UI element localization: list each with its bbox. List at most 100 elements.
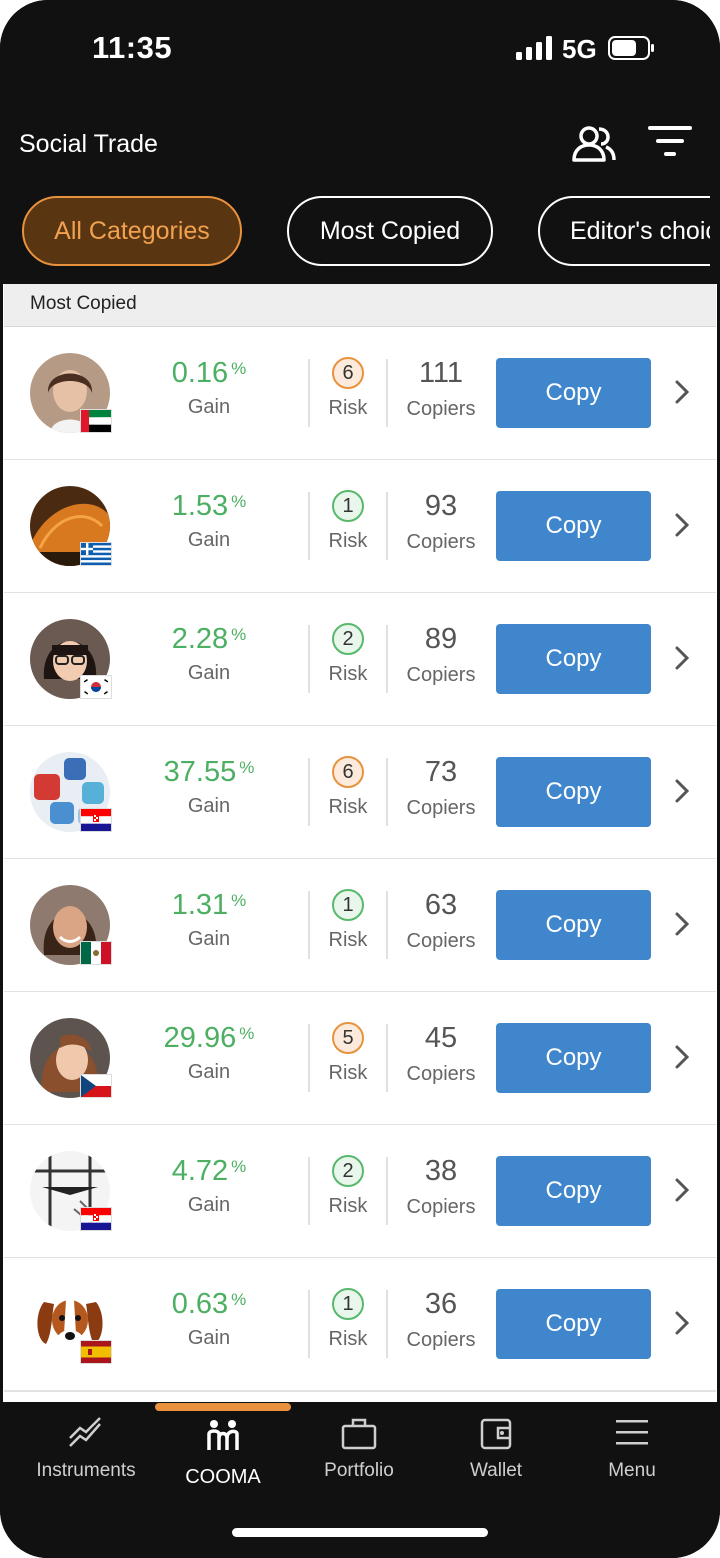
- gain-label: Gain: [187, 396, 231, 418]
- divider: [386, 1157, 388, 1225]
- copiers-stat: 63 Copiers: [396, 889, 486, 953]
- gain-label: Gain: [187, 529, 231, 551]
- divider: [308, 1290, 310, 1358]
- status-bar: 11:35 5G: [0, 24, 720, 74]
- home-indicator[interactable]: [232, 1528, 488, 1537]
- copiers-count: 45: [424, 1022, 458, 1054]
- nav-label: Menu: [608, 1460, 656, 1481]
- risk-stat: 6 Risk: [316, 357, 380, 420]
- divider: [308, 625, 310, 693]
- hamburger-icon: [616, 1420, 648, 1445]
- users-icon[interactable]: [571, 124, 617, 164]
- cooma-people-icon: [207, 1420, 239, 1450]
- nav-cooma[interactable]: COOMA: [155, 1402, 291, 1512]
- risk-stat: 1 Risk: [316, 1288, 380, 1351]
- chevron-right-icon[interactable]: [672, 1308, 692, 1338]
- app-screen: 11:35 5G Social Trade All Categories Mos…: [0, 0, 720, 1558]
- network-label: 5G: [562, 34, 597, 64]
- copiers-count: 89: [424, 623, 458, 655]
- copiers-stat: 89 Copiers: [396, 623, 486, 687]
- divider: [386, 359, 388, 427]
- nav-menu[interactable]: Menu: [564, 1402, 700, 1512]
- chart-line-icon: [69, 1417, 101, 1447]
- copy-button[interactable]: Copy: [496, 890, 651, 960]
- gain-stat: 2.28% Gain: [134, 623, 284, 685]
- gain-label: Gain: [187, 662, 231, 684]
- trader-row[interactable]: 2.28% Gain 2 Risk 89 Copiers Copy: [4, 593, 716, 727]
- chip-all-categories[interactable]: All Categories: [22, 196, 242, 266]
- gain-label: Gain: [187, 1061, 231, 1083]
- chevron-right-icon[interactable]: [672, 1042, 692, 1072]
- chevron-right-icon[interactable]: [672, 909, 692, 939]
- gain-stat: 0.16% Gain: [134, 357, 284, 419]
- section-header: Most Copied: [4, 284, 716, 327]
- risk-badge: 5: [332, 1022, 364, 1054]
- divider: [308, 891, 310, 959]
- divider: [386, 1290, 388, 1358]
- risk-badge: 1: [332, 1288, 364, 1320]
- battery-icon: [608, 36, 654, 60]
- trader-row[interactable]: 1.53% Gain 1 Risk 93 Copiers Copy: [4, 460, 716, 594]
- wallet-icon: [480, 1418, 512, 1450]
- copy-button[interactable]: Copy: [496, 624, 651, 694]
- trader-row[interactable]: 0.63% Gain 1 Risk 36 Copiers Copy: [4, 1258, 716, 1392]
- flag-spain-icon: [80, 1340, 112, 1364]
- gain-label: Gain: [187, 795, 231, 817]
- copy-button[interactable]: Copy: [496, 491, 651, 561]
- flag-greece-icon: [80, 542, 112, 566]
- nav-portfolio[interactable]: Portfolio: [291, 1402, 427, 1512]
- risk-label: Risk: [328, 1195, 368, 1217]
- copy-button[interactable]: Copy: [496, 1289, 651, 1359]
- trader-row[interactable]: 29.96% Gain 5 Risk 45 Copiers Copy: [4, 992, 716, 1126]
- gain-percent: %: [231, 1290, 247, 1309]
- risk-label: Risk: [328, 1062, 368, 1084]
- nav-label: Wallet: [469, 1460, 523, 1481]
- trader-row[interactable]: 1.31% Gain 1 Risk 63 Copiers Copy: [4, 859, 716, 993]
- gain-percent: %: [231, 1157, 247, 1176]
- copiers-stat: 38 Copiers: [396, 1155, 486, 1219]
- chevron-right-icon[interactable]: [672, 377, 692, 407]
- flag-czech-republic-icon: [80, 1074, 112, 1098]
- trader-row[interactable]: 0.16% Gain 6 Risk 111 Copiers Copy: [4, 327, 716, 461]
- copiers-label: Copiers: [406, 797, 476, 819]
- page-title: Social Trade: [19, 130, 158, 158]
- copy-button[interactable]: Copy: [496, 358, 651, 428]
- gain-stat: 1.53% Gain: [134, 490, 284, 552]
- copiers-count: 73: [424, 756, 458, 788]
- chevron-right-icon[interactable]: [672, 643, 692, 673]
- trader-row[interactable]: 37.55% Gain 6 Risk 73 Copiers Copy: [4, 726, 716, 860]
- active-tab-indicator: [155, 1403, 291, 1411]
- copy-button[interactable]: Copy: [496, 757, 651, 827]
- gain-value: 0.63: [171, 1288, 229, 1320]
- gain-percent: %: [231, 891, 247, 910]
- briefcase-icon: [341, 1418, 377, 1450]
- copiers-count: 36: [424, 1288, 458, 1320]
- divider: [308, 758, 310, 826]
- gain-stat: 29.96% Gain: [134, 1022, 284, 1084]
- divider: [386, 891, 388, 959]
- risk-badge: 1: [332, 889, 364, 921]
- flag-croatia-icon: [80, 808, 112, 832]
- copiers-label: Copiers: [406, 664, 476, 686]
- copy-button[interactable]: Copy: [496, 1156, 651, 1226]
- nav-wallet[interactable]: Wallet: [428, 1402, 564, 1512]
- risk-stat: 5 Risk: [316, 1022, 380, 1085]
- filter-icon[interactable]: [648, 124, 692, 158]
- chevron-right-icon[interactable]: [672, 510, 692, 540]
- risk-badge: 2: [332, 623, 364, 655]
- trader-row[interactable]: 4.72% Gain 2 Risk 38 Copiers Copy: [4, 1125, 716, 1259]
- flag-uae-icon: [80, 409, 112, 433]
- risk-label: Risk: [328, 530, 368, 552]
- flag-mexico-icon: [80, 941, 112, 965]
- chevron-right-icon[interactable]: [672, 776, 692, 806]
- gain-value: 0.16: [171, 357, 229, 389]
- gain-label: Gain: [187, 1327, 231, 1349]
- chip-most-copied[interactable]: Most Copied: [287, 196, 493, 266]
- chevron-right-icon[interactable]: [672, 1175, 692, 1205]
- risk-label: Risk: [328, 397, 368, 419]
- copiers-stat: 73 Copiers: [396, 756, 486, 820]
- copy-button[interactable]: Copy: [496, 1023, 651, 1093]
- risk-badge: 6: [332, 357, 364, 389]
- nav-instruments[interactable]: Instruments: [18, 1402, 154, 1512]
- chip-editors-choice[interactable]: Editor's choice: [538, 196, 710, 266]
